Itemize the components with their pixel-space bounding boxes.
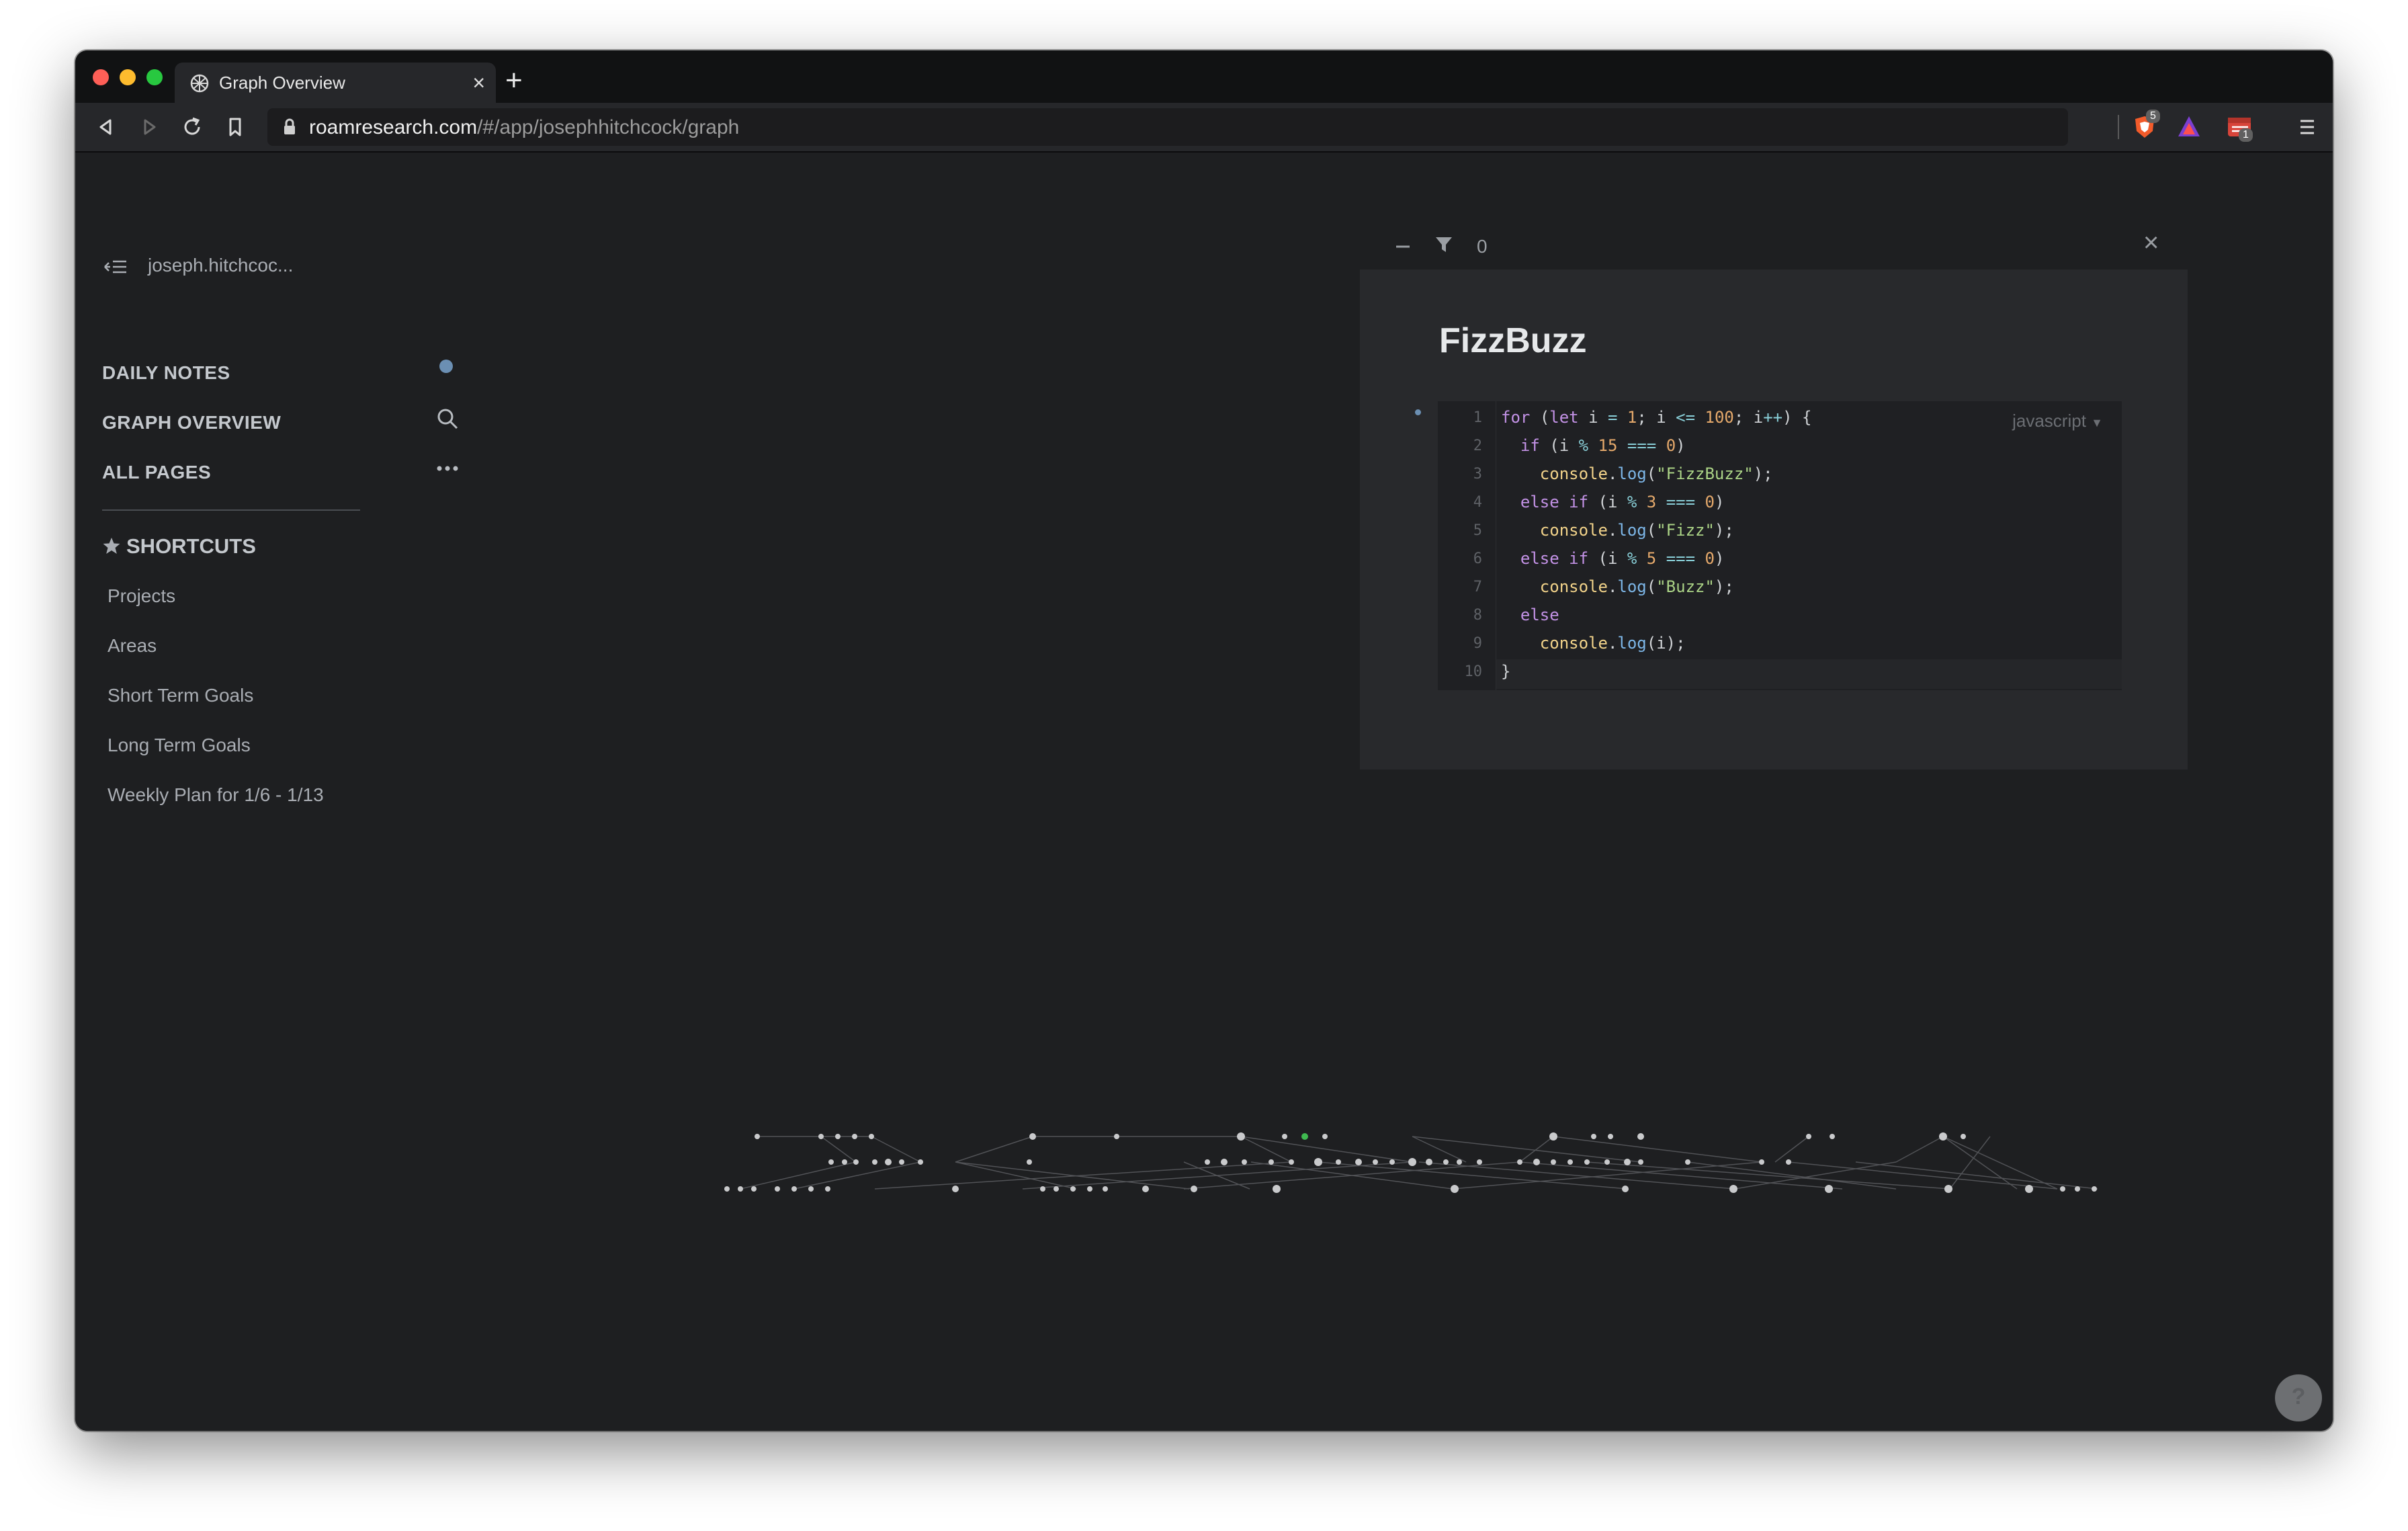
help-label: ? [2291,1384,2306,1409]
browser-toolbar: roamresearch.com/#/app/josephhitchcock/g… [75,103,2333,153]
language-selector[interactable]: javascript ▼ [2012,411,2103,431]
code-line: else if (i % 5 === 0) [1520,549,1725,568]
active-line-highlight [1496,659,2122,689]
address-bar[interactable]: roamresearch.com/#/app/josephhitchcock/g… [267,108,2068,146]
sidebar-divider [102,509,360,511]
collapse-sidebar-icon[interactable] [103,257,128,276]
code-line: console.log("Buzz"); [1539,577,1734,596]
shortcut-item[interactable]: Short Term Goals [108,685,253,706]
forward-icon[interactable] [137,115,161,139]
bookmark-icon[interactable] [223,115,247,139]
nav-daily-notes[interactable]: DAILY NOTES [102,362,230,384]
code-line: console.log("Fizz"); [1539,521,1734,540]
tab-bar: Graph Overview × + [75,50,2333,103]
brave-rewards-icon[interactable] [2174,112,2204,142]
search-icon[interactable] [435,407,460,431]
tab-close-button[interactable]: × [472,69,485,96]
brave-shields-button[interactable]: 5 [2130,110,2160,142]
browser-window: Graph Overview × + roamresearch.com/#/ap… [75,50,2333,1431]
todoist-extension-button[interactable]: 1 [2225,112,2255,142]
roam-app: joseph.hitchcoc... DAILY NOTES GRAPH OVE… [75,153,2333,1431]
user-name: joseph.hitchcoc... [148,255,294,276]
language-label: javascript [2012,411,2086,431]
todoist-badge: 1 [2239,128,2253,142]
tab-graph-overview[interactable]: Graph Overview × [175,63,496,103]
line-number: 4 [1473,494,1482,511]
nav-graph-overview[interactable]: GRAPH OVERVIEW [102,412,281,433]
code-line: if (i % 15 === 0) [1520,436,1686,455]
filter-icon[interactable] [1434,235,1454,255]
star-icon [103,538,120,554]
brave-badge: 5 [2146,110,2160,123]
shortcuts-title: SHORTCUTS [126,534,256,558]
line-number: 6 [1473,550,1482,567]
code-block[interactable]: 1 2 3 4 5 6 7 8 9 10 for (let i = 1; i <… [1438,401,2122,690]
line-number: 9 [1473,635,1482,652]
menu-icon[interactable] [2292,112,2322,142]
tab-title: Graph Overview [219,73,345,93]
left-sidebar: joseph.hitchcoc... DAILY NOTES GRAPH OVE… [75,153,478,1431]
page-preview-panel: FizzBuzz 1 2 3 4 5 6 7 8 9 10 for (let i… [1360,270,2188,770]
line-number: 3 [1473,466,1482,483]
more-options-icon[interactable] [435,463,460,474]
back-icon[interactable] [94,115,118,139]
shortcuts-heading: SHORTCUTS [102,534,256,558]
roam-favicon-icon [190,74,209,93]
reload-icon[interactable] [180,115,204,139]
zoom-window-button[interactable] [146,69,163,85]
line-gutter: 1 2 3 4 5 6 7 8 9 10 [1438,401,1496,690]
user-menu[interactable]: joseph.hitchcoc... [103,255,293,276]
toolbar-divider [2118,115,2119,139]
url-text: roamresearch.com/#/app/josephhitchcock/g… [309,116,740,138]
code-line: console.log(i); [1539,634,1686,653]
shortcut-item[interactable]: Areas [108,635,157,657]
minimize-panel-icon[interactable] [1393,237,1412,256]
chevron-down-icon: ▼ [2091,416,2103,429]
code-line: console.log("FizzBuzz"); [1539,464,1773,483]
code-line: else [1520,606,1559,624]
code-line: } [1501,662,1511,681]
code-line: else if (i % 3 === 0) [1520,493,1725,511]
shortcut-item[interactable]: Weekly Plan for 1/6 - 1/13 [108,784,324,806]
filter-count: 0 [1477,236,1488,257]
line-number: 1 [1473,409,1482,426]
nav-all-pages[interactable]: ALL PAGES [102,462,211,483]
help-button[interactable]: ? [2275,1374,2322,1421]
new-tab-button[interactable]: + [505,64,523,97]
close-window-button[interactable] [93,69,109,85]
shortcut-item[interactable]: Long Term Goals [108,735,251,756]
close-panel-button[interactable]: × [2143,228,2159,258]
block-bullet[interactable] [1415,409,1421,415]
graph-overview-canvas[interactable] [714,1123,2124,1231]
line-number: 5 [1473,522,1482,539]
current-page-node[interactable] [1301,1133,1308,1140]
shortcut-item[interactable]: Projects [108,585,175,607]
line-number: 8 [1473,607,1482,624]
daily-notes-dot-icon [439,360,453,373]
minimize-window-button[interactable] [120,69,136,85]
line-number: 2 [1473,438,1482,454]
lock-icon [284,118,295,134]
line-number: 10 [1464,663,1483,680]
code-line: for (let i = 1; i <= 100; i++) { [1501,408,1812,427]
page-title[interactable]: FizzBuzz [1439,321,1587,361]
line-number: 7 [1473,579,1482,595]
